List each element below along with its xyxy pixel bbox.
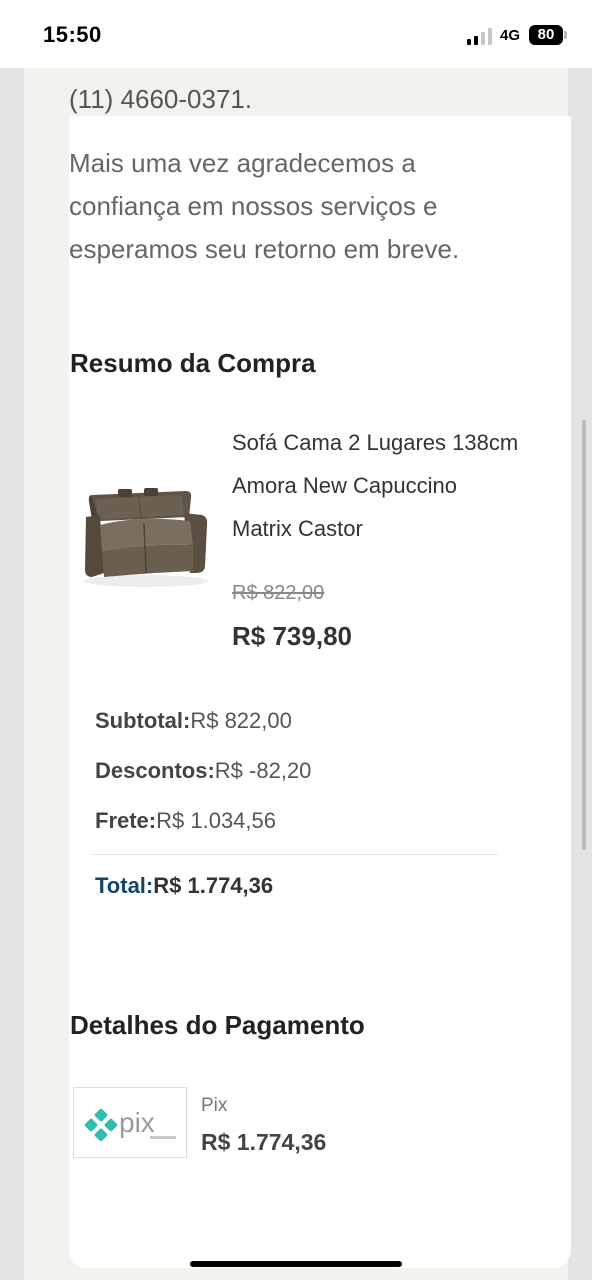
total-value: R$ 1.774,36 xyxy=(153,873,274,898)
purchase-summary-title: Resumo da Compra xyxy=(70,348,316,378)
battery-tip xyxy=(564,31,567,39)
sofa-image xyxy=(84,488,208,587)
battery-icon: 80 xyxy=(529,25,563,45)
discounts-value: R$ -82,20 xyxy=(214,758,312,783)
product-name[interactable]: Sofá Cama 2 Lugares 138cm Amora New Capu… xyxy=(232,421,522,550)
summary-divider xyxy=(92,854,498,855)
payment-amount: R$ 1.774,36 xyxy=(201,1129,327,1155)
product-old-price: R$ 822,00 xyxy=(232,582,325,604)
discounts-row: Descontos:R$ -82,20 xyxy=(95,758,311,784)
shipping-row: Frete:R$ 1.034,56 xyxy=(95,808,276,834)
total-row: Total:R$ 1.774,36 xyxy=(95,873,273,899)
payment-method: Pix xyxy=(201,1095,228,1116)
subtotal-label: Subtotal: xyxy=(95,708,191,733)
product-price: R$ 739,80 xyxy=(232,621,352,651)
pix-logo: pix xyxy=(73,1087,187,1158)
shipping-label: Frete: xyxy=(95,808,157,833)
signal-icon xyxy=(467,27,493,45)
scrollbar[interactable] xyxy=(582,420,586,850)
thanks-message: Mais uma vez agradecemos a confiança em … xyxy=(69,148,460,264)
subtotal-row: Subtotal:R$ 822,00 xyxy=(95,708,292,734)
discounts-label: Descontos: xyxy=(95,758,215,783)
shipping-value: R$ 1.034,56 xyxy=(156,808,276,833)
subtotal-value: R$ 822,00 xyxy=(190,708,292,733)
status-time: 15:50 xyxy=(43,22,102,47)
svg-text:pix: pix xyxy=(119,1107,155,1138)
pix-logo-icon: pix xyxy=(84,1107,176,1142)
status-bar: 15:50 4G 80 xyxy=(0,0,592,68)
payment-details-title: Detalhes do Pagamento xyxy=(70,1010,365,1040)
total-label: Total: xyxy=(95,873,154,898)
home-indicator[interactable] xyxy=(190,1261,402,1267)
contact-phone: (11) 4660-0371. xyxy=(69,84,253,114)
network-type: 4G xyxy=(500,27,521,44)
